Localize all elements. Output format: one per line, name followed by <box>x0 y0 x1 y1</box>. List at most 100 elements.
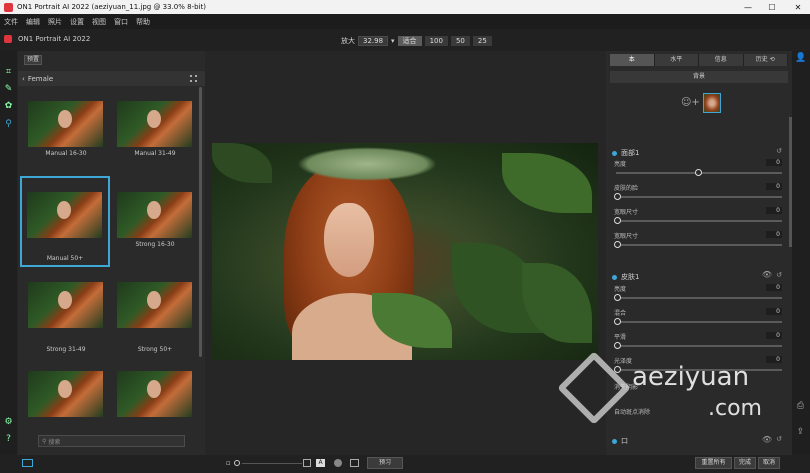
preset-thumb[interactable]: Strong 16-30 <box>112 192 198 274</box>
reset-icon[interactable]: ↺ <box>776 271 782 279</box>
title-bar: ON1 Portrait AI 2022 (aeziyuan_11.jpg @ … <box>0 0 810 14</box>
preset-thumb[interactable]: Manual 16-30 <box>23 101 109 183</box>
preview-zoom-track[interactable] <box>242 463 302 464</box>
watermark-suffix: .com <box>708 396 762 421</box>
slider-knob[interactable] <box>614 318 621 325</box>
face-toggle-dot[interactable] <box>612 150 617 156</box>
slider-label: 混合 <box>614 310 627 317</box>
mask-view-icon[interactable] <box>334 459 342 467</box>
eye-icon[interactable]: 👁 <box>762 435 772 444</box>
zoom-50-button[interactable]: 50 <box>450 36 470 46</box>
brand: ON1 Portrait AI 2022 <box>4 35 90 43</box>
watermark-logo-icon <box>557 351 631 425</box>
tab-level[interactable]: 水平 <box>654 54 699 66</box>
zoom-out-icon[interactable]: ▫ <box>226 459 231 467</box>
slider-knob[interactable] <box>234 460 240 466</box>
reset-icon[interactable]: ↺ <box>776 435 782 443</box>
slider-row: 亮度 0 <box>614 159 782 183</box>
slider-value[interactable]: 0 <box>766 332 782 339</box>
reset-all-button[interactable]: 重置所有 <box>695 457 732 469</box>
panel-tabs: 本 水平 信息 历史 ⟲ <box>610 54 788 66</box>
face-section-header[interactable]: 面部1 <box>612 148 639 158</box>
slider-knob[interactable] <box>695 169 702 176</box>
slider-label: 亮度 <box>614 161 627 168</box>
mouth-toggle-dot[interactable] <box>612 438 617 444</box>
grid-view-icon[interactable] <box>190 75 197 82</box>
maximize-button[interactable]: ☐ <box>760 0 784 14</box>
slider-knob[interactable] <box>614 193 621 200</box>
skin-section-header[interactable]: 皮肤1 <box>612 272 639 282</box>
preset-scrollbar[interactable] <box>199 87 202 357</box>
retouch-icon[interactable]: ✿ <box>3 101 14 112</box>
slider-value[interactable]: 0 <box>766 308 782 315</box>
slider-row: 亮度 0 <box>614 284 782 308</box>
slider-track[interactable] <box>616 321 782 323</box>
menu-settings[interactable]: 设置 <box>70 17 84 27</box>
menu-photo[interactable]: 照片 <box>48 17 62 27</box>
slider-value[interactable]: 0 <box>766 183 782 190</box>
slider-track[interactable] <box>616 345 782 347</box>
preset-thumb[interactable]: Manual 31-49 <box>112 101 198 183</box>
menu-window[interactable]: 窗口 <box>114 17 128 27</box>
slider-value[interactable]: 0 <box>766 231 782 238</box>
portrait-user-icon[interactable]: 👤 <box>795 53 806 64</box>
preset-folder-row[interactable]: ‹ Female <box>18 71 205 86</box>
menu-file[interactable]: 文件 <box>4 17 18 27</box>
brush-icon[interactable]: ✎ <box>3 84 14 95</box>
preset-label: Manual 50+ <box>46 255 84 262</box>
mouth-section-header[interactable]: 口 <box>612 436 628 446</box>
tab-history[interactable]: 历史 ⟲ <box>743 54 788 66</box>
menu-view[interactable]: 视图 <box>92 17 106 27</box>
tab-basic[interactable]: 本 <box>610 54 655 66</box>
zoom-100-button[interactable]: 100 <box>424 36 448 46</box>
slider-track[interactable] <box>616 297 782 299</box>
before-after-icon[interactable] <box>350 459 359 467</box>
menu-help[interactable]: 帮助 <box>136 17 150 27</box>
slider-value[interactable]: 0 <box>766 159 782 166</box>
reset-icon[interactable]: ↺ <box>776 147 782 155</box>
slider-value[interactable]: 0 <box>766 284 782 291</box>
preview-button[interactable]: 预习 <box>367 457 403 469</box>
slider-label: 宽眼尺寸 <box>614 233 639 240</box>
slider-track[interactable] <box>616 196 782 198</box>
tab-info[interactable]: 信息 <box>699 54 744 66</box>
chevron-down-icon[interactable]: ▾ <box>391 37 395 45</box>
preset-thumb[interactable]: Strong 50+ <box>112 282 198 364</box>
slider-knob[interactable] <box>614 241 621 248</box>
cancel-button[interactable]: 取消 <box>758 457 780 469</box>
preset-thumb[interactable]: Strong 31-49 <box>23 282 109 364</box>
slider-knob[interactable] <box>614 294 621 301</box>
eye-icon[interactable]: 👁 <box>762 270 772 279</box>
zoom-fit-button[interactable]: 适合 <box>397 36 422 46</box>
face-thumbnail[interactable] <box>703 93 721 113</box>
minimize-button[interactable]: — <box>736 0 760 14</box>
slider-track[interactable] <box>616 220 782 222</box>
slider-value[interactable]: 0 <box>766 207 782 214</box>
slider-knob[interactable] <box>614 217 621 224</box>
zoom-25-button[interactable]: 25 <box>472 36 492 46</box>
user-settings-icon[interactable]: ⚙ <box>3 417 14 428</box>
search-icon: ⚲ <box>42 437 47 445</box>
preset-thumb-selected[interactable]: Manual 50+ <box>20 176 110 267</box>
menu-edit[interactable]: 编辑 <box>26 17 40 27</box>
done-button[interactable]: 完成 <box>734 457 756 469</box>
add-face-icon[interactable]: ☺+ <box>681 97 700 108</box>
search-input[interactable]: ⚲ 搜索 <box>38 435 185 447</box>
background-button[interactable]: 背景 <box>610 71 788 83</box>
zoom-select[interactable]: 32.98 <box>358 36 389 46</box>
filmstrip-icon[interactable] <box>22 459 33 467</box>
presets-button[interactable]: 预置 <box>24 55 42 65</box>
bottom-bar: ▫ A <box>0 455 810 473</box>
help-icon[interactable]: ? <box>3 434 14 445</box>
text-overlay-icon[interactable]: A <box>316 459 325 467</box>
compare-icon[interactable] <box>303 459 311 467</box>
face-search-icon[interactable]: ⚲ <box>3 119 14 130</box>
chevron-left-icon[interactable]: ‹ <box>22 75 25 83</box>
slider-knob[interactable] <box>614 342 621 349</box>
close-button[interactable]: ✕ <box>786 0 810 14</box>
slider-track[interactable] <box>616 244 782 246</box>
skin-toggle-dot[interactable] <box>612 274 617 280</box>
crop-icon[interactable]: ⌗ <box>3 67 14 78</box>
main-photo[interactable] <box>212 143 598 360</box>
app-toolbar: ON1 Portrait AI 2022 放大 32.98 ▾ 适合 100 5… <box>0 29 810 51</box>
